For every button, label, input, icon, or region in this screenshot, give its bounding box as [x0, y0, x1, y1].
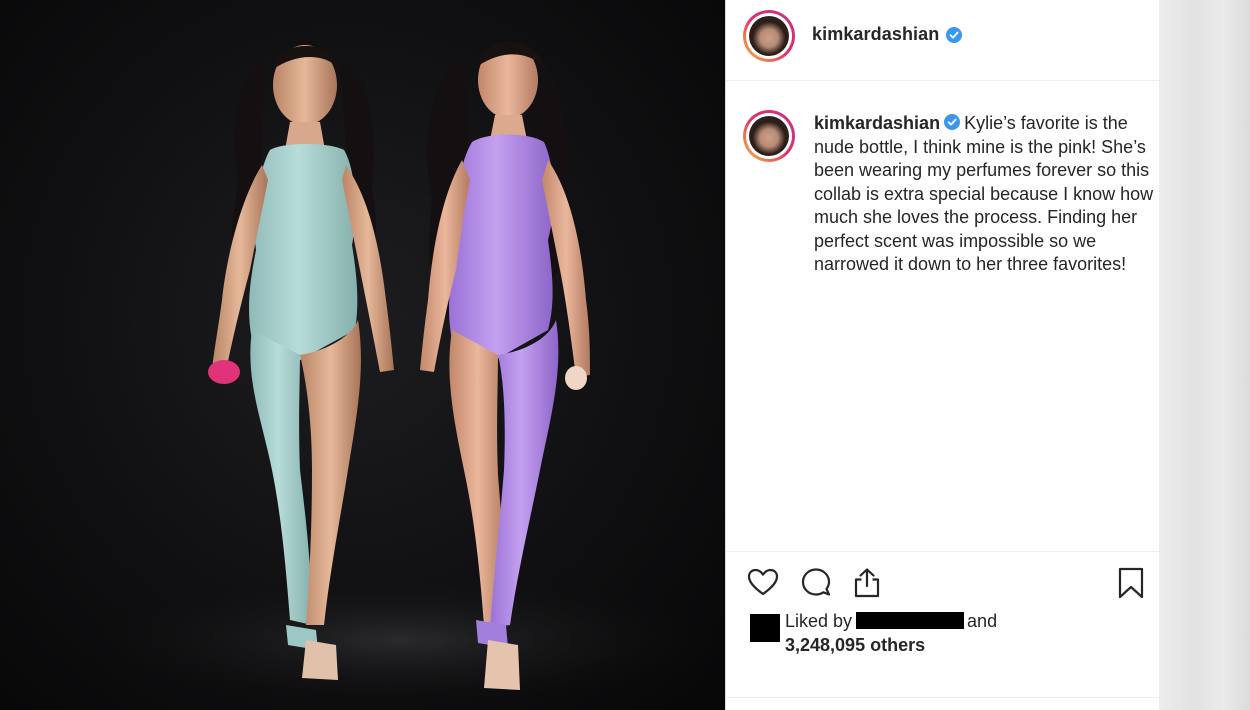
- post-actions: [726, 560, 1159, 610]
- avatar-image: [749, 16, 789, 56]
- redacted-username: [856, 612, 965, 629]
- caption-avatar-image: [749, 116, 789, 156]
- liked-by-label: Liked by: [785, 611, 853, 631]
- caption: kimkardashian Kylie’s favorite is the nud…: [814, 112, 1154, 277]
- header-username[interactable]: kimkardashian: [812, 24, 939, 45]
- caption-text: Kylie’s favorite is the nude bottle, I t…: [814, 113, 1154, 274]
- comment-icon[interactable]: [799, 566, 833, 600]
- photo-illustration: [70, 41, 725, 710]
- post-panel: kimkardashian kimkardashian Kylie’s favor…: [725, 0, 1159, 710]
- share-icon[interactable]: [850, 566, 884, 600]
- redacted-avatar: [750, 614, 780, 642]
- caption-verified-badge-icon: [944, 114, 961, 130]
- caption-avatar[interactable]: [743, 110, 795, 162]
- bookmark-icon[interactable]: [1114, 566, 1148, 600]
- likes-count[interactable]: 3,248,095 others: [785, 634, 925, 657]
- bottom-divider: [726, 697, 1159, 698]
- caption-username[interactable]: kimkardashian: [814, 113, 940, 133]
- post-header: kimkardashian: [726, 0, 1159, 81]
- likes-connector: and: [967, 611, 998, 631]
- verified-badge-icon: [946, 27, 962, 43]
- background-blur: [1158, 0, 1250, 710]
- avatar[interactable]: [743, 10, 795, 62]
- heart-icon[interactable]: [746, 566, 780, 600]
- actions-divider: [726, 551, 1159, 552]
- post-photo[interactable]: [0, 0, 725, 710]
